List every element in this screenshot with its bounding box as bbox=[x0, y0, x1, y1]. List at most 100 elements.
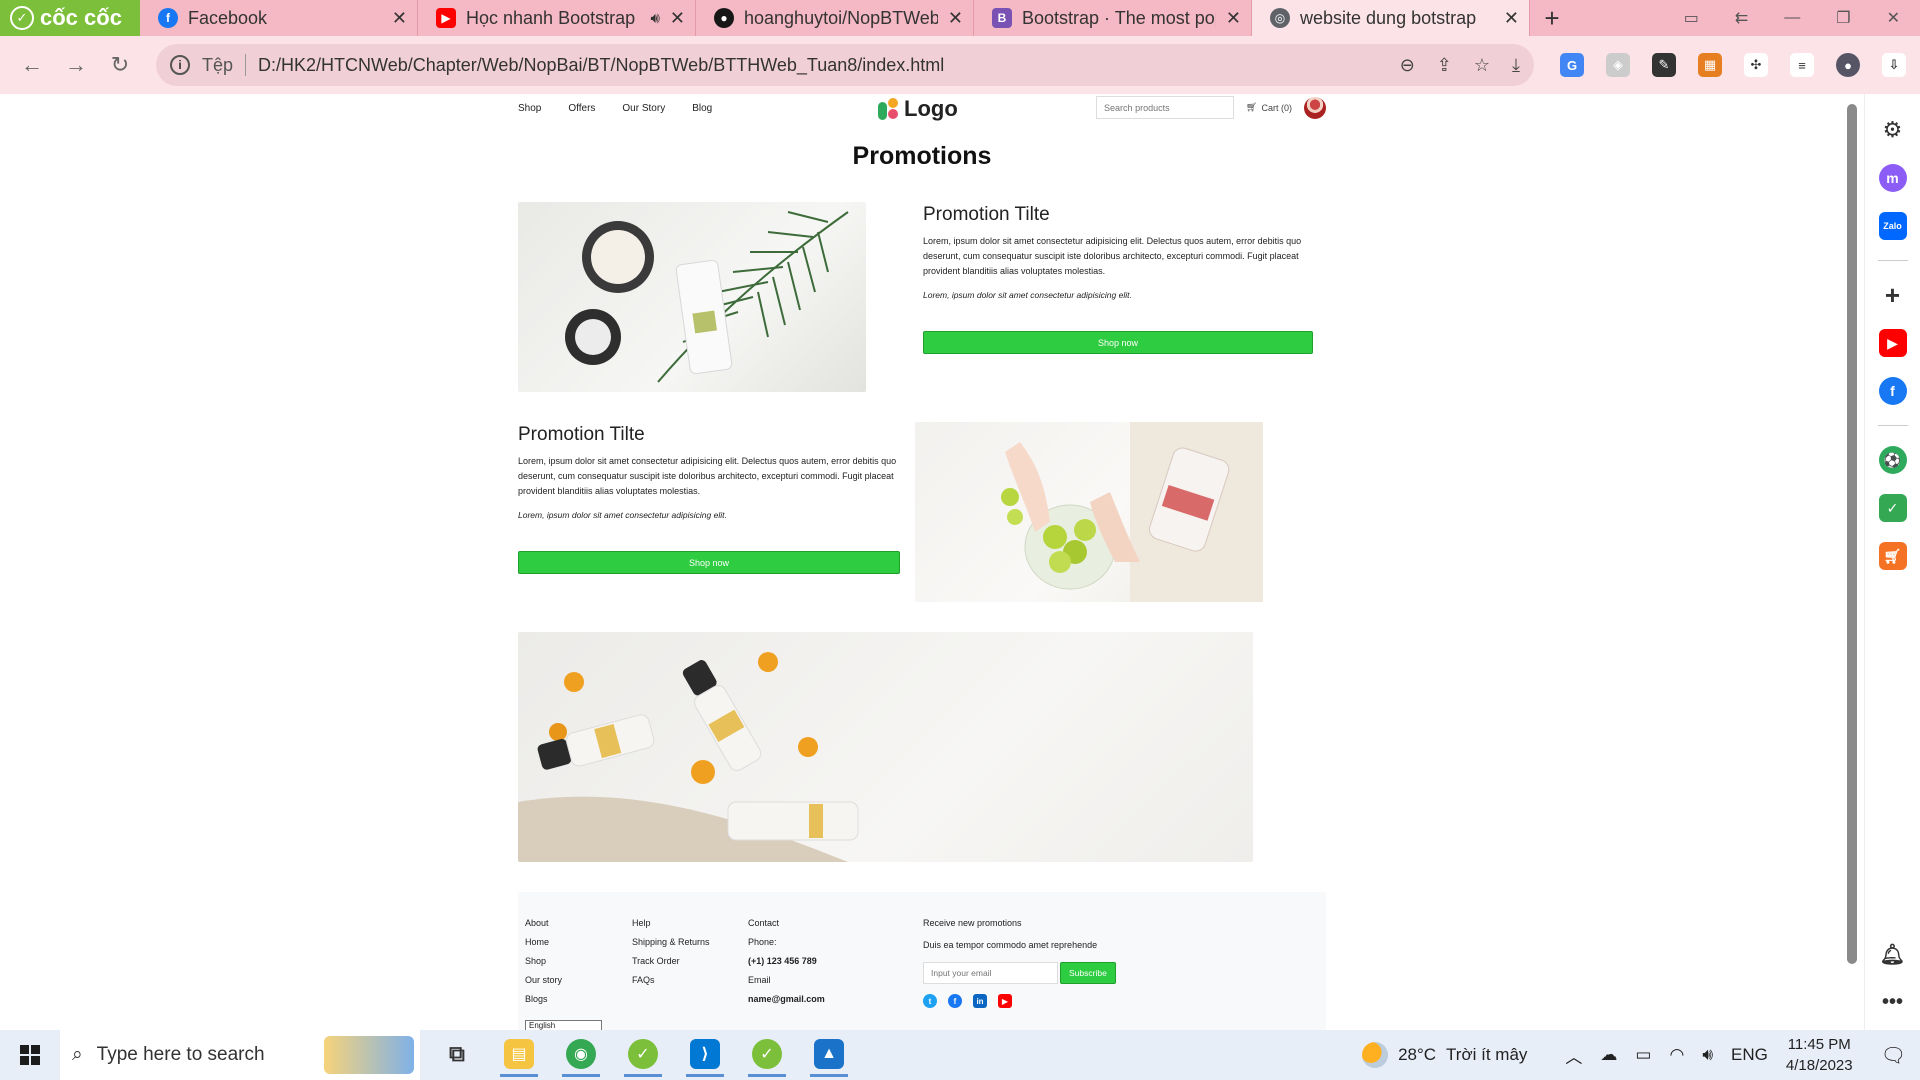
notification-bell-icon[interactable]: 🔔︎ bbox=[1878, 940, 1907, 968]
tab-bootstrap[interactable]: B Bootstrap · The most popular ✕ bbox=[974, 0, 1252, 36]
playlist-icon[interactable]: ≡ bbox=[1790, 53, 1814, 77]
url-bar[interactable]: i Tệp D:/HK2/HTCNWeb/Chapter/Web/NopBai/… bbox=[156, 44, 1534, 86]
twitter-icon[interactable]: t bbox=[923, 994, 937, 1008]
tab-website-active[interactable]: ◎ website dung botstrap ✕ bbox=[1252, 0, 1530, 36]
footer-link-faqs[interactable]: FAQs bbox=[632, 975, 710, 985]
forward-arrow-icon[interactable]: → bbox=[54, 52, 98, 78]
close-window-button[interactable]: ✕ bbox=[1887, 8, 1900, 28]
cloud-icon[interactable]: ☁ bbox=[1600, 1045, 1617, 1065]
task-view-icon[interactable]: ⧉ bbox=[438, 1033, 476, 1077]
coccoc-brand[interactable]: ✓ cốc cốc bbox=[0, 0, 140, 36]
scrollbar-thumb[interactable] bbox=[1847, 104, 1857, 964]
chevron-up-icon[interactable]: ︿ bbox=[1565, 1043, 1582, 1068]
input-language[interactable]: ENG bbox=[1731, 1045, 1768, 1065]
share-icon[interactable]: ⇪ bbox=[1437, 55, 1452, 76]
search-products-input[interactable] bbox=[1096, 96, 1235, 119]
soccer-ball-icon[interactable]: ⚽ bbox=[1878, 446, 1907, 474]
maximize-button[interactable]: ❐ bbox=[1836, 8, 1850, 28]
footer-link-shop[interactable]: Shop bbox=[525, 956, 562, 966]
add-icon[interactable]: + bbox=[1878, 280, 1907, 310]
zoom-out-icon[interactable]: ⊖ bbox=[1400, 55, 1415, 76]
nav-link-shop[interactable]: Shop bbox=[518, 103, 541, 114]
nav-link-offers[interactable]: Offers bbox=[568, 103, 595, 114]
more-options-icon[interactable]: ••• bbox=[1878, 988, 1907, 1016]
star-icon[interactable]: ☆ bbox=[1474, 55, 1490, 76]
colorpicker-extension-icon[interactable]: ▦ bbox=[1698, 53, 1722, 77]
close-icon[interactable]: ✕ bbox=[948, 8, 963, 29]
taskbar-clock[interactable]: 11:45 PM 4/18/2023 bbox=[1786, 1034, 1853, 1076]
shop-now-button[interactable]: Shop now bbox=[518, 551, 900, 574]
wifi-icon[interactable]: ◠ bbox=[1669, 1045, 1684, 1065]
url-text[interactable]: D:/HK2/HTCNWeb/Chapter/Web/NopBai/BT/Nop… bbox=[258, 55, 1388, 76]
tab-facebook[interactable]: f Facebook ✕ bbox=[140, 0, 418, 36]
coccoc-logo-icon: ✓ bbox=[10, 6, 34, 30]
logo-text: Logo bbox=[904, 96, 958, 121]
translate-extension-icon[interactable]: G bbox=[1560, 53, 1584, 77]
language-select[interactable]: English bbox=[525, 1020, 602, 1030]
close-icon[interactable]: ✕ bbox=[1226, 8, 1241, 29]
footer-link-shipping[interactable]: Shipping & Returns bbox=[632, 937, 710, 947]
compass-extension-icon[interactable]: ◈ bbox=[1606, 53, 1630, 77]
start-button[interactable] bbox=[0, 1045, 60, 1065]
vscode-icon[interactable]: ⟩ bbox=[686, 1033, 724, 1077]
footer-link-home[interactable]: Home bbox=[525, 937, 562, 947]
footer-link-track-order[interactable]: Track Order bbox=[632, 956, 710, 966]
subscribe-button[interactable]: Subscribe bbox=[1060, 962, 1116, 984]
close-icon[interactable]: ✕ bbox=[670, 8, 685, 29]
minimize-button[interactable]: — bbox=[1784, 9, 1800, 27]
serum-bottles-illustration bbox=[518, 652, 859, 862]
footer-email-value[interactable]: name@gmail.com bbox=[748, 994, 825, 1004]
shield-icon[interactable]: ✓ bbox=[1878, 494, 1907, 522]
notifications-icon[interactable]: 🗨︎ bbox=[1881, 1043, 1906, 1068]
page-scrollbar[interactable] bbox=[1846, 104, 1858, 968]
linkedin-icon[interactable]: in bbox=[973, 994, 987, 1008]
weather-widget[interactable]: 28°C Trời ít mây bbox=[1362, 1042, 1527, 1068]
footer-link-our-story[interactable]: Our story bbox=[525, 975, 562, 985]
back-tabs-icon[interactable]: ⇇ bbox=[1735, 8, 1748, 28]
profile-avatar-icon[interactable]: ● bbox=[1836, 53, 1860, 77]
cart-label: Cart (0) bbox=[1261, 102, 1292, 113]
gear-icon[interactable]: ⚙ bbox=[1878, 116, 1907, 144]
coccoc-taskbar-icon[interactable]: ✓ bbox=[624, 1033, 662, 1077]
battery-icon[interactable]: ▭ bbox=[1635, 1045, 1651, 1065]
new-tab-button[interactable]: + bbox=[1530, 0, 1574, 36]
zalo-icon[interactable]: Zalo bbox=[1878, 212, 1907, 240]
coccoc-taskbar-icon-2[interactable]: ✓ bbox=[748, 1033, 786, 1077]
chrome-icon[interactable]: ◉ bbox=[562, 1033, 600, 1077]
download-icon[interactable]: ⤓ bbox=[1512, 55, 1520, 76]
youtube-sidebar-icon[interactable]: ▶ bbox=[1878, 329, 1907, 357]
nav-link-our-story[interactable]: Our Story bbox=[622, 103, 665, 114]
facebook-sidebar-icon[interactable]: f bbox=[1878, 377, 1907, 405]
tab-github[interactable]: ● hoanghuytoi/NopBTWeb ✕ bbox=[696, 0, 974, 36]
youtube-icon[interactable]: ▶ bbox=[998, 994, 1012, 1008]
url-scheme-label: Tệp bbox=[202, 54, 234, 75]
info-icon[interactable]: i bbox=[170, 55, 190, 75]
back-arrow-icon[interactable]: ← bbox=[10, 52, 54, 78]
taskbar-search[interactable]: ⌕ Type here to search bbox=[60, 1030, 420, 1080]
email-input[interactable] bbox=[923, 962, 1058, 984]
footer-link-help[interactable]: Help bbox=[632, 918, 710, 928]
reload-icon[interactable]: ↻ bbox=[98, 52, 142, 78]
close-icon[interactable]: ✕ bbox=[392, 8, 407, 29]
site-logo[interactable]: Logo bbox=[878, 96, 958, 122]
close-icon[interactable]: ✕ bbox=[1504, 8, 1519, 29]
eyedropper-extension-icon[interactable]: ✎ bbox=[1652, 53, 1676, 77]
speaker-icon[interactable]: 🔊︎ bbox=[650, 10, 659, 27]
messenger-icon[interactable]: m bbox=[1878, 164, 1907, 192]
photos-icon[interactable]: ▲ bbox=[810, 1033, 848, 1077]
puzzle-extensions-icon[interactable]: ✣ bbox=[1744, 53, 1768, 77]
volume-icon[interactable]: 🔊︎ bbox=[1702, 1045, 1713, 1065]
user-avatar[interactable] bbox=[1304, 96, 1326, 119]
cart-link[interactable]: 🛒︎ Cart (0) bbox=[1246, 102, 1292, 113]
tab-youtube[interactable]: ▶ Học nhanh Bootstrap 5 🔊︎ ✕ bbox=[418, 0, 696, 36]
shopping-cart-icon[interactable]: 🛒︎ bbox=[1878, 542, 1907, 570]
facebook-favicon-icon: f bbox=[158, 8, 178, 28]
downloads-icon[interactable]: ⇩ bbox=[1882, 53, 1906, 77]
facebook-icon[interactable]: f bbox=[948, 994, 962, 1008]
footer-link-about[interactable]: About bbox=[525, 918, 562, 928]
screenshot-icon[interactable]: ▭ bbox=[1684, 8, 1699, 28]
footer-link-blogs[interactable]: Blogs bbox=[525, 994, 562, 1004]
nav-link-blog[interactable]: Blog bbox=[692, 103, 712, 114]
file-explorer-icon[interactable]: ▤ bbox=[500, 1033, 538, 1077]
shop-now-button[interactable]: Shop now bbox=[923, 331, 1313, 354]
